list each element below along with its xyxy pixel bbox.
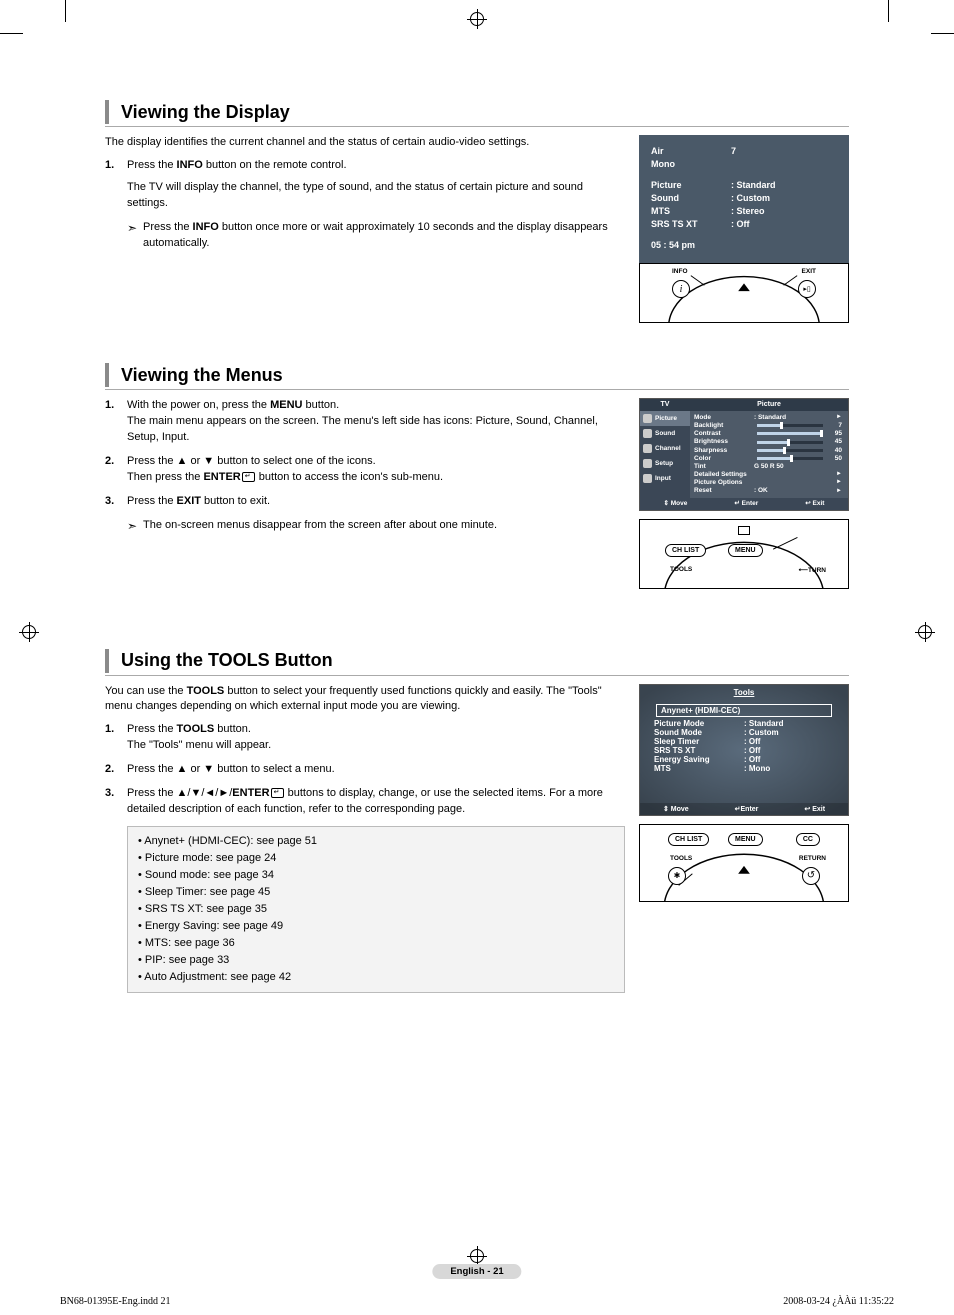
reference-box: • Anynet+ (HDMI-CEC): see page 51• Pictu… [127, 826, 625, 993]
enter-icon [271, 788, 284, 798]
enter-icon [242, 472, 255, 482]
section-bar-icon [105, 363, 109, 387]
tools-button-icon: ✱ [668, 867, 686, 885]
intro-text: The display identifies the current chann… [105, 135, 625, 150]
step-number: 1. [105, 158, 127, 212]
osd-row: Picture: Standard [651, 179, 837, 192]
reference-bullet: • Auto Adjustment: see page 42 [138, 969, 614, 986]
step-body: The TV will display the channel, the typ… [127, 180, 625, 212]
tools-row: MTS: Mono [654, 764, 834, 773]
reference-bullet: • PIP: see page 33 [138, 952, 614, 969]
enter-hint: ↵ Enter [734, 500, 758, 507]
reference-bullet: • Picture mode: see page 24 [138, 850, 614, 867]
tv-menu-row: Picture Options► [694, 479, 842, 486]
tools-row: SRS TS XT: Off [654, 746, 834, 755]
remote-diagram: CH LIST MENU CC TOOLS RETURN ✱ ↺ [639, 824, 849, 902]
step-text: Press the EXIT button to exit. [127, 495, 270, 507]
regmark-left [22, 625, 36, 639]
section-bar-icon [105, 100, 109, 124]
osd-row: Sound: Custom [651, 192, 837, 205]
step-text: Press the INFO button on the remote cont… [127, 159, 347, 171]
section-tools-button: Using the TOOLS Button You can use the T… [105, 649, 849, 994]
step-text: Press the ▲/▼/◄/►/ENTER buttons to displ… [127, 786, 625, 818]
section-viewing-display: Viewing the Display The display identifi… [105, 100, 849, 323]
reference-bullet: • MTS: see page 36 [138, 935, 614, 952]
reference-bullet: • Sleep Timer: see page 45 [138, 884, 614, 901]
tools-osd-panel: Tools Anynet+ (HDMI-CEC) Picture Mode: S… [639, 684, 849, 816]
tools-row: Picture Mode: Standard [654, 719, 834, 728]
page-footer: English - 21 [432, 1264, 521, 1279]
tools-label: TOOLS [670, 566, 692, 573]
reference-bullet: • Energy Saving: see page 49 [138, 918, 614, 935]
section-viewing-menus: Viewing the Menus 1. With the power on, … [105, 363, 849, 588]
intro-text: You can use the TOOLS button to select y… [105, 684, 625, 715]
tv-menu-row: Backlight7 [694, 422, 842, 429]
section-title: Using the TOOLS Button [121, 650, 333, 671]
cc-button-partial [809, 544, 823, 550]
tv-nav-item: Input [640, 471, 690, 486]
tools-label: TOOLS [670, 855, 692, 862]
note-text: Press the INFO button once more or wait … [143, 220, 625, 252]
regmark-right [918, 625, 932, 639]
step-body: The "Tools" menu will appear. [127, 738, 625, 754]
return-button-icon: ↺ [802, 867, 820, 885]
tv-menu-row: Mode: Standard► [694, 414, 842, 421]
reference-bullet: • SRS TS XT: see page 35 [138, 901, 614, 918]
cropmark [931, 33, 954, 34]
menu-button: MENU [728, 833, 763, 846]
remote-diagram: CH LIST MENU TOOLS ⟵TURN [639, 519, 849, 589]
tv-nav-item: Picture [640, 411, 690, 426]
menu-button: MENU [728, 544, 763, 557]
tv-menu-row: Brightness45 [694, 438, 842, 445]
tv-nav-item: Channel [640, 441, 690, 456]
osd-row: SRS TS XT: Off [651, 218, 837, 231]
cc-button: CC [796, 833, 820, 846]
step-text: Press the ▲ or ▼ button to select one of… [127, 454, 625, 470]
exit-label: EXIT [802, 268, 816, 275]
tv-menu-osd: TV Picture PictureSoundChannelSetupInput… [639, 398, 849, 510]
regmark-bottom [470, 1249, 484, 1263]
step-body: The main menu appears on the screen. The… [127, 414, 625, 446]
tv-nav-item: Sound [640, 426, 690, 441]
step-text: Then press the ENTER button to access th… [127, 470, 625, 486]
step-text: Press the ▲ or ▼ button to select a menu… [127, 762, 625, 778]
cropmark [888, 0, 889, 22]
menu-indicator-icon [738, 526, 750, 535]
reference-bullet: • Anynet+ (HDMI-CEC): see page 51 [138, 833, 614, 850]
chlist-button: CH LIST [665, 544, 706, 557]
info-label: INFO [672, 268, 688, 275]
osd-row: MTS: Stereo [651, 205, 837, 218]
exit-hint: ↩ Exit [805, 500, 824, 507]
section-title: Viewing the Display [121, 102, 290, 123]
chlist-button: CH LIST [668, 833, 709, 846]
reference-bullet: • Sound mode: see page 34 [138, 867, 614, 884]
tools-row: Energy Saving: Off [654, 755, 834, 764]
tv-menu-row: Reset: OK► [694, 487, 842, 494]
tv-menu-row: TintG 50 R 50 [694, 463, 842, 470]
remote-diagram: INFO i EXIT ▸▯ [639, 263, 849, 323]
cropmark [65, 0, 66, 22]
tv-menu-row: Contrast95 [694, 430, 842, 437]
tv-menu-row: Color50 [694, 455, 842, 462]
osd-info-panel: Air7 Mono Picture: StandardSound: Custom… [639, 135, 849, 264]
print-footer: BN68-01395E-Eng.indd 21 2008-03-24 ¿ÀÀü … [60, 1296, 894, 1307]
tv-menu-row: Detailed Settings► [694, 471, 842, 478]
section-bar-icon [105, 649, 109, 673]
note-arrow-icon: ➣ [127, 518, 143, 535]
note-arrow-icon: ➣ [127, 220, 143, 252]
regmark-top [470, 12, 484, 26]
step-text: With the power on, press the MENU button… [127, 399, 339, 411]
tv-menu-row: Sharpness40 [694, 447, 842, 454]
tv-nav-item: Setup [640, 456, 690, 471]
move-hint: ⇕ Move [664, 500, 688, 507]
section-title: Viewing the Menus [121, 365, 283, 386]
return-label: RETURN [799, 855, 826, 862]
step-text: Press the TOOLS button. [127, 723, 251, 735]
tools-row: Sound Mode: Custom [654, 728, 834, 737]
note-text: The on-screen menus disappear from the s… [143, 518, 497, 535]
return-label: ⟵TURN [799, 566, 826, 574]
cropmark [0, 33, 23, 34]
tools-row: Sleep Timer: Off [654, 737, 834, 746]
